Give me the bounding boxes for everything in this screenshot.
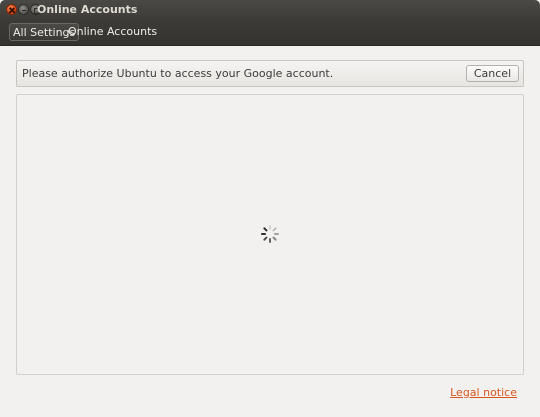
legal-notice-link[interactable]: Legal notice bbox=[450, 386, 517, 399]
loading-spinner-icon bbox=[261, 225, 279, 243]
authorization-info-bar: Please authorize Ubuntu to access your G… bbox=[16, 60, 524, 87]
online-accounts-window: Online Accounts All Settings Online Acco… bbox=[0, 0, 540, 417]
minimize-icon[interactable] bbox=[18, 4, 29, 15]
breadcrumb-online-accounts[interactable]: Online Accounts bbox=[65, 23, 160, 41]
authorization-web-view[interactable] bbox=[16, 94, 524, 375]
close-icon[interactable] bbox=[6, 4, 17, 15]
window-title: Online Accounts bbox=[37, 3, 138, 16]
authorization-message: Please authorize Ubuntu to access your G… bbox=[22, 67, 334, 80]
cancel-button[interactable]: Cancel bbox=[466, 65, 519, 82]
window-titlebar[interactable]: Online Accounts bbox=[0, 0, 540, 20]
breadcrumb: All Settings Online Accounts bbox=[0, 20, 540, 46]
